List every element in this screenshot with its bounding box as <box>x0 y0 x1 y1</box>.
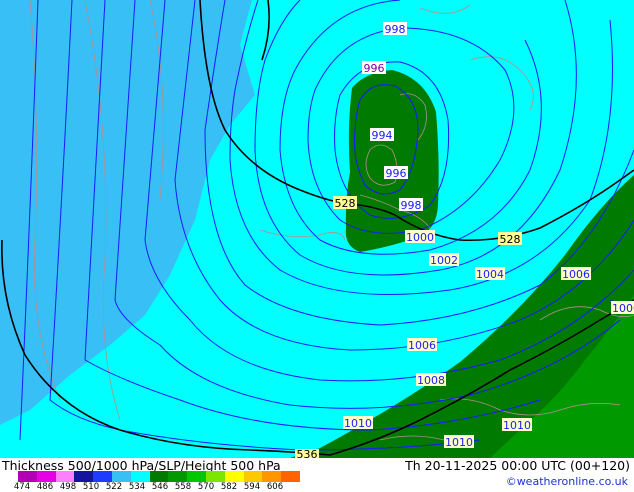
legend-swatch <box>93 471 112 482</box>
thickness-label: 536 <box>297 448 318 458</box>
legend-tick: 558 <box>174 482 192 492</box>
weather-map-view: 998 996 994 996 998 1000 1002 1004 1006 … <box>0 0 634 492</box>
legend-tick: 510 <box>82 482 100 492</box>
isobar-label: 998 <box>385 23 406 36</box>
legend-tick: 474 <box>13 482 31 492</box>
legend-tick: 498 <box>59 482 77 492</box>
legend-swatch <box>18 471 37 482</box>
isobar-label: 1002 <box>430 254 458 267</box>
legend-swatch <box>74 471 94 482</box>
isobar-label: 1008 <box>417 374 445 387</box>
isobar-label: 1010 <box>344 417 372 430</box>
legend-swatch <box>262 471 282 482</box>
legend-swatch <box>36 471 56 482</box>
color-legend <box>18 471 300 482</box>
isobar-label: 994 <box>372 129 393 142</box>
legend-swatch <box>224 471 244 482</box>
isobar-label: 998 <box>401 199 422 212</box>
legend-swatch <box>205 471 225 482</box>
thickness-label: 528 <box>335 197 356 210</box>
legend-swatch <box>281 471 300 482</box>
legend-tick: 522 <box>105 482 123 492</box>
thickness-label: 528 <box>500 233 521 246</box>
legend-tick: 606 <box>266 482 284 492</box>
isobar-label: 1000 <box>406 231 434 244</box>
isobar-label: 1010 <box>445 436 473 449</box>
legend-swatch <box>168 471 188 482</box>
legend-tick: 486 <box>36 482 54 492</box>
legend-tick: 594 <box>243 482 261 492</box>
isobar-label: 1004 <box>476 268 504 281</box>
legend-swatch <box>111 471 131 482</box>
legend-tick: 582 <box>220 482 238 492</box>
credit-link[interactable]: ©weatheronline.co.uk <box>506 475 628 488</box>
isobar-label: 1010 <box>503 419 531 432</box>
legend-tick: 570 <box>197 482 215 492</box>
legend-tick: 534 <box>128 482 146 492</box>
isobar-label: 996 <box>386 167 407 180</box>
isobar-label: 1006 <box>562 268 590 281</box>
legend-swatch <box>130 471 150 482</box>
legend-swatch <box>243 471 263 482</box>
isobar-label: 996 <box>364 62 385 75</box>
isobar-label: 1006 <box>408 339 436 352</box>
thickness-band-534-546 <box>345 70 439 252</box>
isobar-label: 1006 <box>612 302 634 315</box>
map-canvas: 998 996 994 996 998 1000 1002 1004 1006 … <box>0 0 634 458</box>
legend-tick: 546 <box>151 482 169 492</box>
valid-time: Th 20-11-2025 00:00 UTC (00+120) <box>405 458 630 473</box>
legend-swatch <box>149 471 169 482</box>
legend-swatch <box>55 471 75 482</box>
legend-swatch <box>187 471 206 482</box>
